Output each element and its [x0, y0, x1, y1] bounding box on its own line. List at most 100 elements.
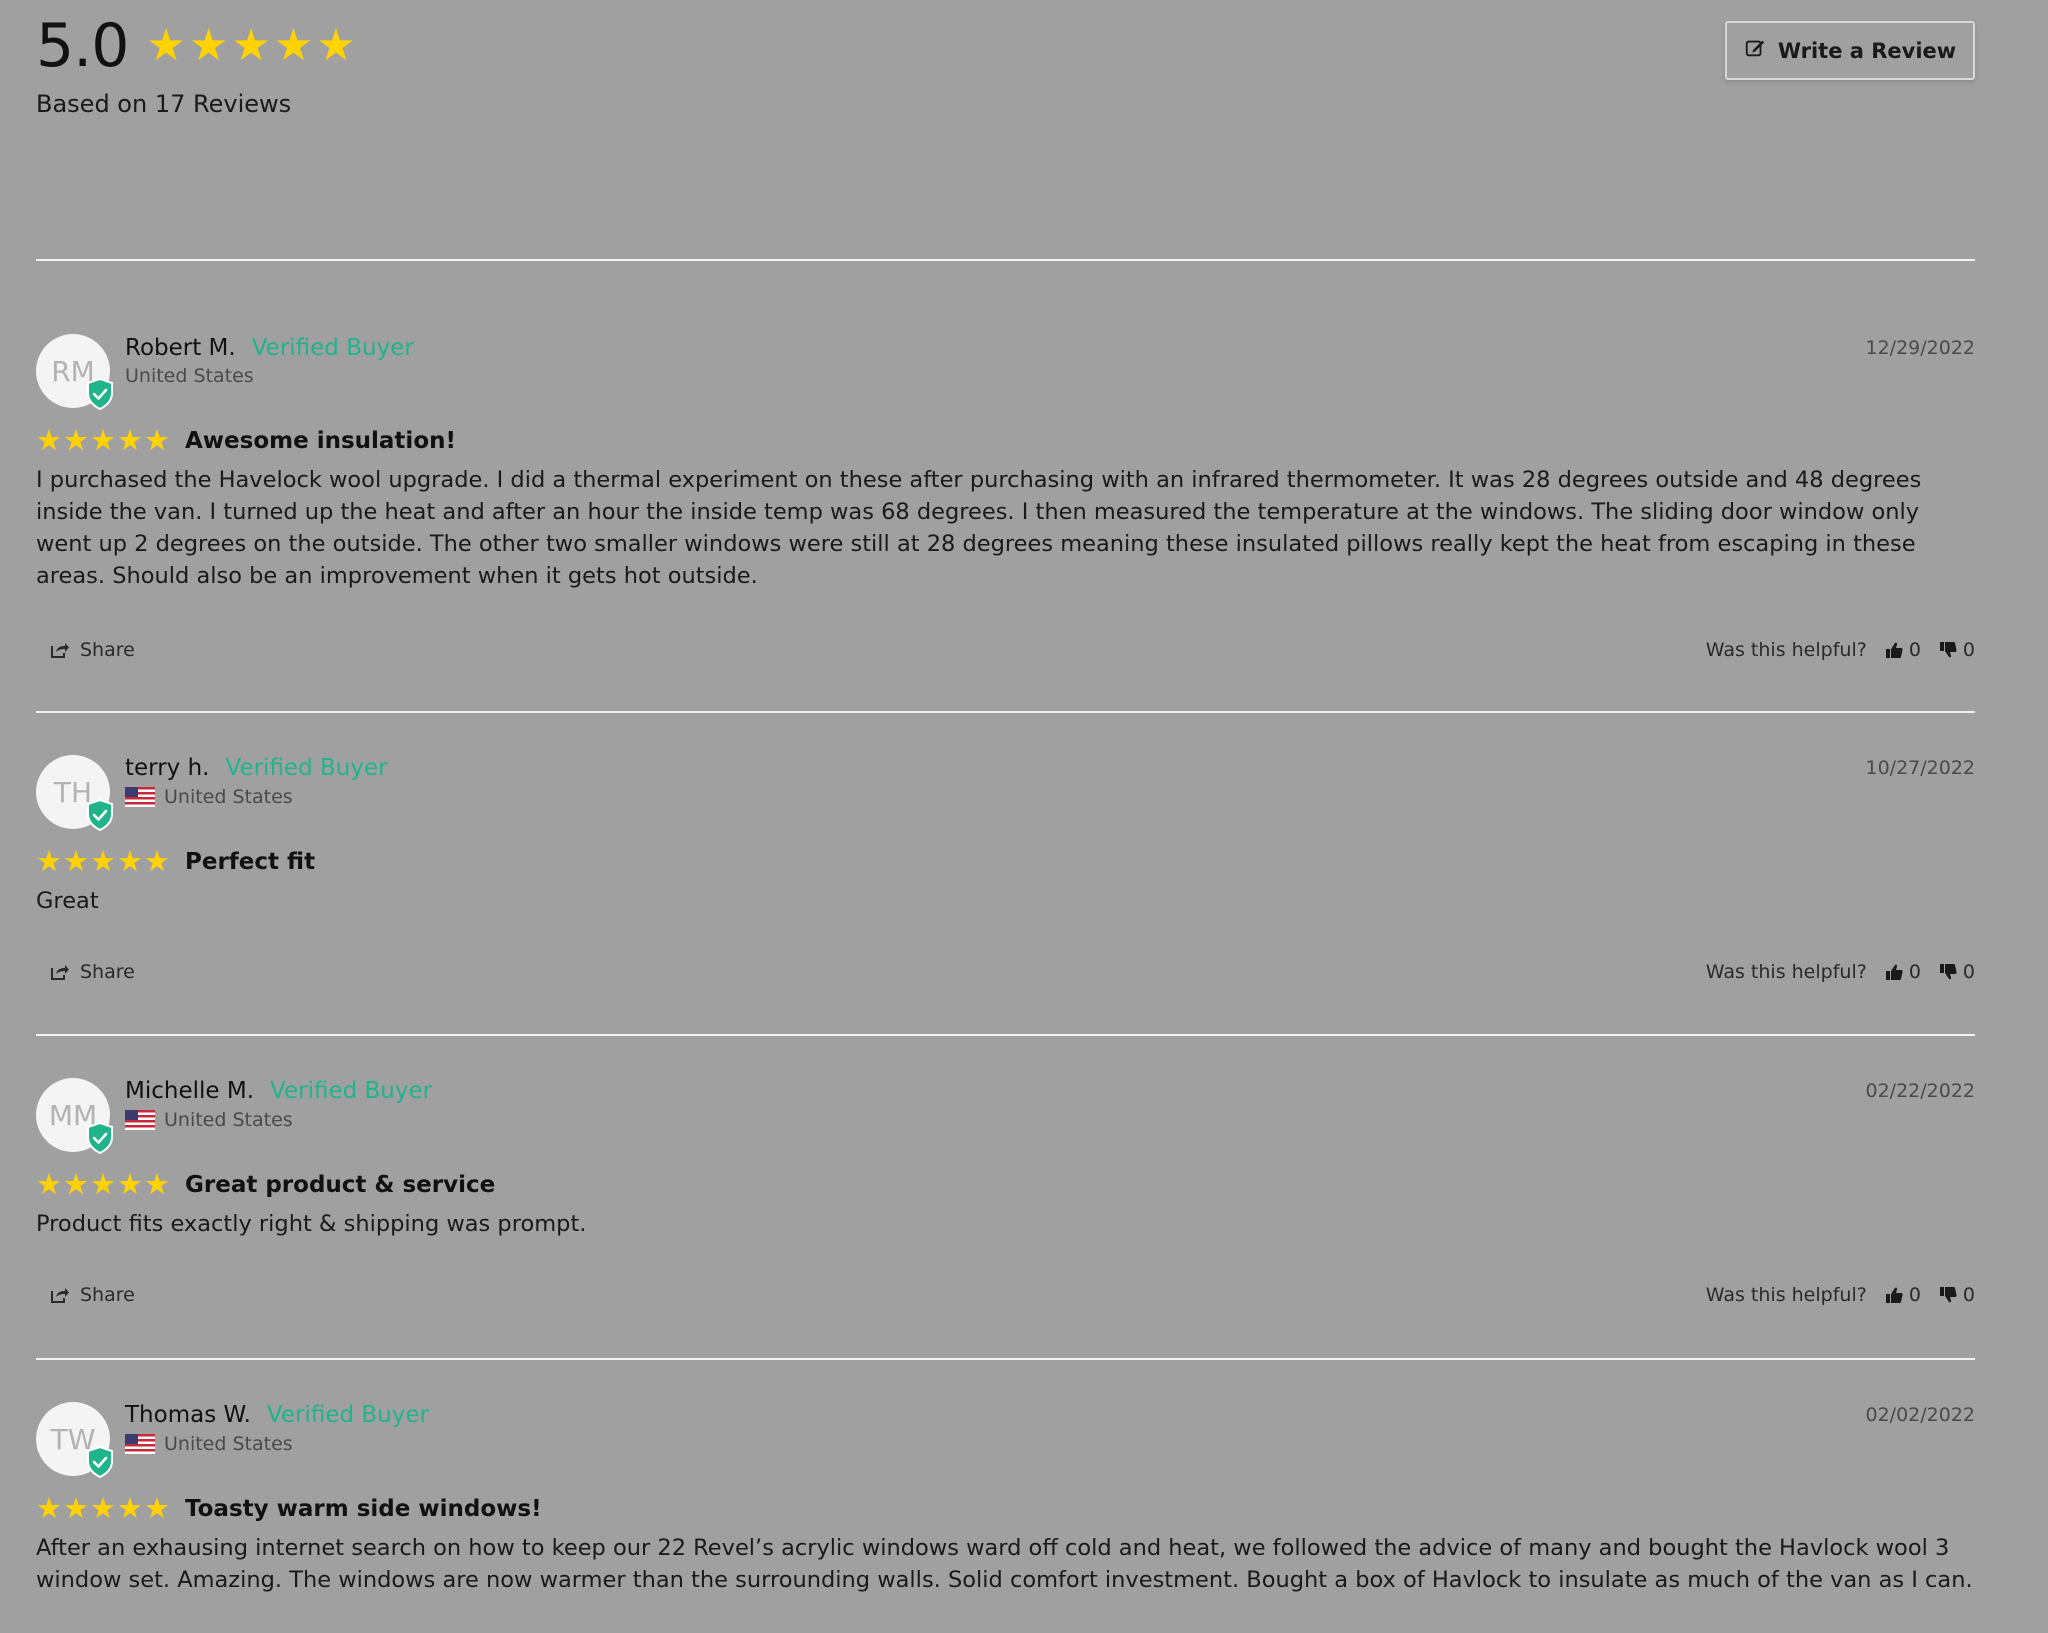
reviews-page: 5.0 ★ ★ ★ ★ ★ Based on 17 Reviews Write … — [0, 0, 2048, 1633]
author-location: United States — [125, 1109, 293, 1131]
author-line: Robert M. Verified Buyer — [125, 335, 414, 361]
author-location: United States — [125, 365, 254, 387]
average-stars: ★ ★ ★ ★ ★ — [146, 24, 358, 68]
share-button[interactable]: Share — [50, 961, 135, 983]
verified-badge-icon — [87, 1446, 113, 1478]
star-icon: ★ — [231, 20, 271, 71]
us-flag-icon — [125, 1434, 155, 1454]
star-icon: ★ — [63, 1491, 89, 1525]
thumbs-down-button[interactable]: 0 — [1939, 961, 1975, 983]
share-label: Share — [80, 639, 135, 661]
thumbs-down-button[interactable]: 0 — [1939, 1284, 1975, 1306]
thumbs-up-count: 0 — [1908, 961, 1921, 983]
thumbs-up-button[interactable]: 0 — [1885, 639, 1921, 661]
review-body: Product fits exactly right & shipping wa… — [36, 1211, 587, 1237]
star-icon: ★ — [63, 1167, 89, 1201]
star-icon: ★ — [63, 423, 89, 457]
us-flag-icon — [125, 1110, 155, 1130]
review-body: After an exhausing internet search on ho… — [36, 1535, 1973, 1593]
helpful-label: Was this helpful? — [1705, 961, 1867, 983]
thumbs-up-icon — [1885, 964, 1903, 980]
star-icon: ★ — [144, 1491, 170, 1525]
thumbs-up-icon — [1885, 1287, 1903, 1303]
avatar: MM — [36, 1078, 113, 1154]
author-location: United States — [125, 1433, 293, 1455]
location-text: United States — [125, 365, 254, 387]
review-stars: ★ ★ ★ ★ ★ — [36, 847, 171, 876]
star-icon: ★ — [90, 1491, 116, 1525]
thumbs-up-count: 0 — [1908, 639, 1921, 661]
star-icon: ★ — [90, 1167, 116, 1201]
helpful-votes: Was this helpful? 0 0 — [1706, 639, 1975, 661]
thumbs-up-count: 0 — [1908, 1284, 1921, 1306]
review-rating-line: ★ ★ ★ ★ ★ Awesome insulation! — [36, 426, 456, 455]
average-score: 5.0 — [36, 11, 129, 81]
thumbs-up-icon — [1885, 642, 1903, 658]
star-icon: ★ — [273, 20, 314, 71]
location-text: United States — [164, 786, 293, 808]
review-card: MM Michelle M. Verified Buyer United Sta… — [36, 1036, 1975, 1360]
avatar: TH — [36, 755, 113, 831]
author-location: United States — [125, 786, 293, 808]
review-stars: ★ ★ ★ ★ ★ — [36, 1494, 171, 1523]
star-icon: ★ — [36, 423, 62, 457]
helpful-votes: Was this helpful? 0 0 — [1706, 1284, 1975, 1306]
review-title: Awesome insulation! — [185, 427, 456, 454]
star-icon: ★ — [316, 20, 356, 71]
us-flag-icon — [125, 787, 155, 807]
share-button[interactable]: Share — [50, 639, 135, 661]
author-name: Thomas W. — [125, 1402, 251, 1428]
review-title: Perfect fit — [185, 848, 316, 875]
thumbs-down-button[interactable]: 0 — [1939, 639, 1975, 661]
author-line: Michelle M. Verified Buyer — [125, 1078, 432, 1104]
thumbs-up-button[interactable]: 0 — [1885, 961, 1921, 983]
verified-badge-icon — [87, 1122, 113, 1154]
review-date: 02/02/2022 — [1865, 1404, 1975, 1426]
avatar: TW — [36, 1402, 113, 1478]
verified-badge-icon — [87, 799, 113, 831]
thumbs-down-count: 0 — [1962, 1284, 1975, 1306]
star-icon: ★ — [117, 844, 143, 878]
thumbs-down-icon — [1939, 964, 1957, 980]
share-button[interactable]: Share — [50, 1284, 135, 1306]
author-name: Michelle M. — [125, 1078, 255, 1104]
helpful-label: Was this helpful? — [1705, 1284, 1867, 1306]
share-label: Share — [80, 961, 135, 983]
star-icon: ★ — [144, 423, 170, 457]
thumbs-down-icon — [1939, 642, 1957, 658]
helpful-votes: Was this helpful? 0 0 — [1706, 961, 1975, 983]
write-review-label: Write a Review — [1777, 38, 1957, 63]
reviews-widget: 5.0 ★ ★ ★ ★ ★ Based on 17 Reviews Write … — [36, 0, 1975, 1630]
review-rating-line: ★ ★ ★ ★ ★ Toasty warm side windows! — [36, 1494, 542, 1523]
share-icon — [51, 965, 69, 980]
average-rating-row: 5.0 ★ ★ ★ ★ ★ — [36, 14, 359, 78]
verified-buyer-label: Verified Buyer — [251, 335, 414, 361]
star-icon: ★ — [36, 1491, 62, 1525]
review-rating-line: ★ ★ ★ ★ ★ Perfect fit — [36, 847, 315, 876]
author-name: Robert M. — [125, 335, 236, 361]
review-date: 10/27/2022 — [1865, 757, 1975, 779]
star-icon: ★ — [144, 1167, 170, 1201]
review-date: 12/29/2022 — [1865, 337, 1975, 359]
thumbs-down-count: 0 — [1962, 639, 1975, 661]
location-text: United States — [164, 1109, 293, 1131]
star-icon: ★ — [90, 844, 116, 878]
review-card: TW Thomas W. Verified Buyer United State… — [36, 1360, 1975, 1630]
star-icon: ★ — [90, 423, 116, 457]
review-stars: ★ ★ ★ ★ ★ — [36, 1170, 171, 1199]
author-line: terry h. Verified Buyer — [125, 755, 388, 781]
reviews-summary: 5.0 ★ ★ ★ ★ ★ Based on 17 Reviews Write … — [36, 0, 1975, 261]
location-text: United States — [164, 1433, 293, 1455]
write-review-button[interactable]: Write a Review — [1725, 21, 1975, 80]
star-icon: ★ — [188, 20, 229, 71]
author-name: terry h. — [125, 755, 210, 781]
star-icon: ★ — [146, 20, 186, 71]
star-icon: ★ — [117, 1167, 143, 1201]
review-stars: ★ ★ ★ ★ ★ — [36, 426, 171, 455]
thumbs-down-icon — [1939, 1287, 1957, 1303]
verified-buyer-label: Verified Buyer — [225, 755, 388, 781]
verified-buyer-label: Verified Buyer — [270, 1078, 433, 1104]
share-icon — [51, 643, 69, 658]
thumbs-up-button[interactable]: 0 — [1885, 1284, 1921, 1306]
review-date: 02/22/2022 — [1865, 1080, 1975, 1102]
